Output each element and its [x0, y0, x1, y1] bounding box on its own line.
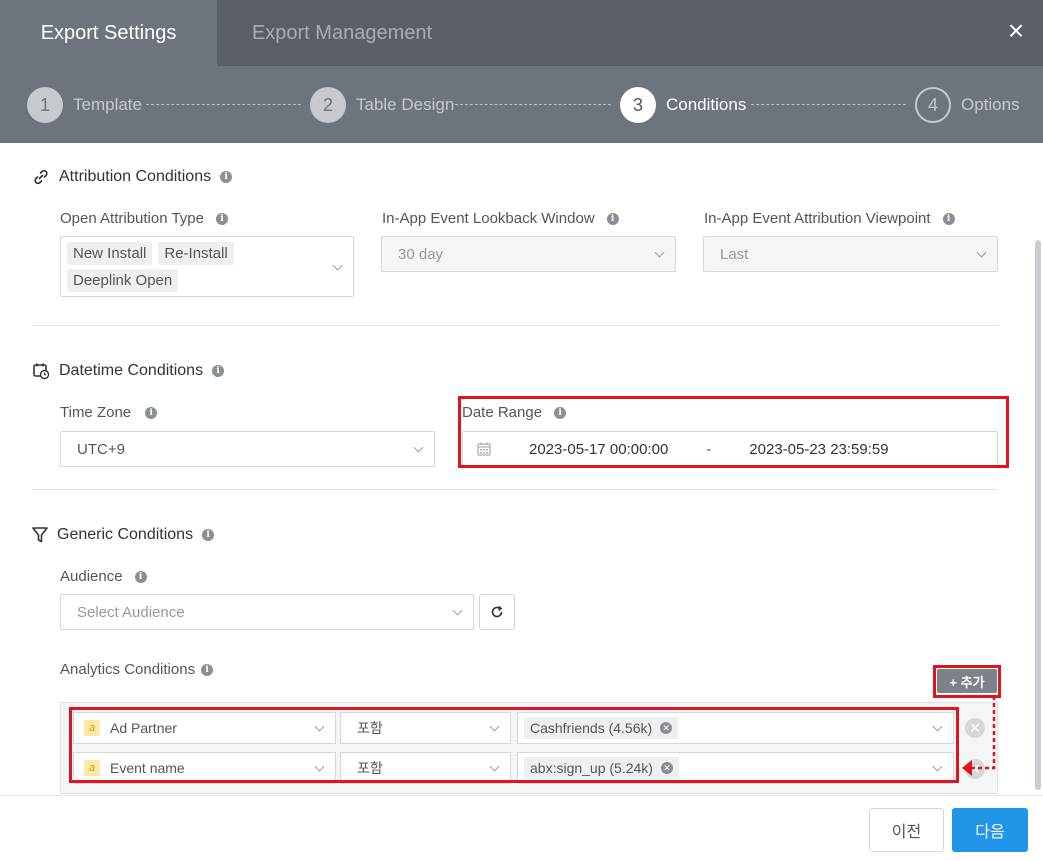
stepper: 1 Template 2 Table Design 3 Conditions 4…	[0, 66, 1043, 143]
divider	[32, 325, 998, 326]
calendar-clock-icon	[33, 363, 50, 380]
time-zone-select[interactable]: UTC+9	[60, 431, 435, 467]
modal-header: Export Settings Export Management × 1 Te…	[0, 0, 1043, 143]
label-text: Open Attribution Type	[60, 210, 204, 227]
chevron-down-icon	[452, 605, 463, 616]
next-button[interactable]: 다음	[952, 808, 1028, 852]
info-icon[interactable]: i	[145, 406, 158, 419]
previous-button[interactable]: 이전	[869, 808, 944, 852]
select-value: 30 day	[398, 245, 444, 263]
step-connector	[146, 104, 301, 105]
tab-export-management[interactable]: Export Management	[217, 0, 467, 66]
annotation-arrow	[962, 696, 996, 776]
filter-icon	[32, 527, 48, 543]
divider	[32, 489, 998, 490]
step-options[interactable]: 4 Options	[915, 87, 1020, 123]
info-icon[interactable]: i	[202, 529, 215, 541]
scrollbar[interactable]	[1035, 240, 1041, 790]
step-number: 4	[915, 87, 951, 123]
link-icon	[34, 169, 48, 185]
tag-re-install: Re-Install	[158, 242, 234, 265]
step-connector	[751, 104, 906, 105]
tag-new-install: New Install	[67, 242, 153, 265]
refresh-icon	[491, 605, 503, 618]
step-label: Template	[73, 95, 142, 114]
open-attribution-type-label: Open Attribution Type i	[60, 210, 228, 227]
tab-bar: Export Settings Export Management ×	[0, 0, 1043, 66]
label-text: Audience	[60, 568, 123, 585]
close-icon[interactable]: ×	[1001, 15, 1031, 46]
step-label: Table Design	[356, 95, 455, 114]
generic-section-title: Generic Conditions i	[32, 526, 215, 544]
info-icon[interactable]: i	[216, 212, 228, 225]
step-label: Conditions	[666, 95, 747, 114]
label-text: In-App Event Lookback Window	[382, 210, 595, 227]
info-icon[interactable]: i	[212, 365, 225, 377]
step-number: 3	[620, 87, 656, 123]
info-icon[interactable]: i	[606, 212, 619, 225]
select-value: UTC+9	[77, 440, 125, 458]
attribution-viewpoint-select[interactable]: Last	[703, 236, 998, 272]
chevron-down-icon	[976, 247, 987, 258]
lookback-window-select[interactable]: 30 day	[381, 236, 676, 272]
highlight-add-button	[933, 665, 1001, 698]
section-title-text: Datetime Conditions	[59, 362, 204, 379]
modal-footer: 이전 다음	[0, 795, 1043, 861]
audience-select[interactable]: Select Audience	[60, 594, 474, 630]
info-icon[interactable]: i	[942, 212, 955, 225]
info-icon[interactable]: i	[220, 171, 233, 183]
highlight-date-range	[458, 396, 1009, 468]
step-template[interactable]: 1 Template	[27, 87, 142, 123]
chevron-down-icon	[413, 442, 424, 453]
attribution-viewpoint-label: In-App Event Attribution Viewpoint i	[704, 210, 955, 227]
highlight-condition-rows	[69, 707, 959, 783]
tab-export-settings[interactable]: Export Settings	[0, 0, 217, 66]
audience-placeholder: Select Audience	[77, 603, 185, 621]
select-value: Last	[720, 245, 749, 263]
step-connector	[455, 104, 611, 105]
section-title-text: Generic Conditions	[57, 526, 194, 543]
lookback-window-label: In-App Event Lookback Window i	[382, 210, 619, 227]
label-text: In-App Event Attribution Viewpoint	[704, 210, 931, 227]
chevron-down-icon	[332, 260, 343, 271]
open-attribution-type-select[interactable]: New Install Re-Install Deeplink Open	[60, 236, 354, 297]
time-zone-label: Time Zone i	[60, 404, 158, 421]
attribution-section-title: Attribution Conditions i	[32, 168, 233, 186]
step-number: 2	[310, 87, 346, 123]
audience-label: Audience i	[60, 568, 147, 585]
tag-deeplink-open: Deeplink Open	[67, 269, 179, 292]
info-icon[interactable]: i	[134, 570, 147, 583]
step-conditions[interactable]: 3 Conditions	[620, 87, 746, 123]
chevron-down-icon	[654, 247, 665, 258]
step-label: Options	[961, 95, 1020, 114]
info-icon[interactable]: i	[201, 663, 214, 676]
label-text: Analytics Conditions	[60, 661, 196, 678]
label-text: Time Zone	[60, 404, 132, 421]
section-title-text: Attribution Conditions	[59, 168, 212, 185]
datetime-section-title: Datetime Conditions i	[32, 362, 225, 380]
step-table-design[interactable]: 2 Table Design	[310, 87, 454, 123]
step-number: 1	[27, 87, 63, 123]
refresh-audience-button[interactable]	[479, 594, 515, 630]
analytics-conditions-label: Analytics Conditions i	[60, 661, 214, 678]
